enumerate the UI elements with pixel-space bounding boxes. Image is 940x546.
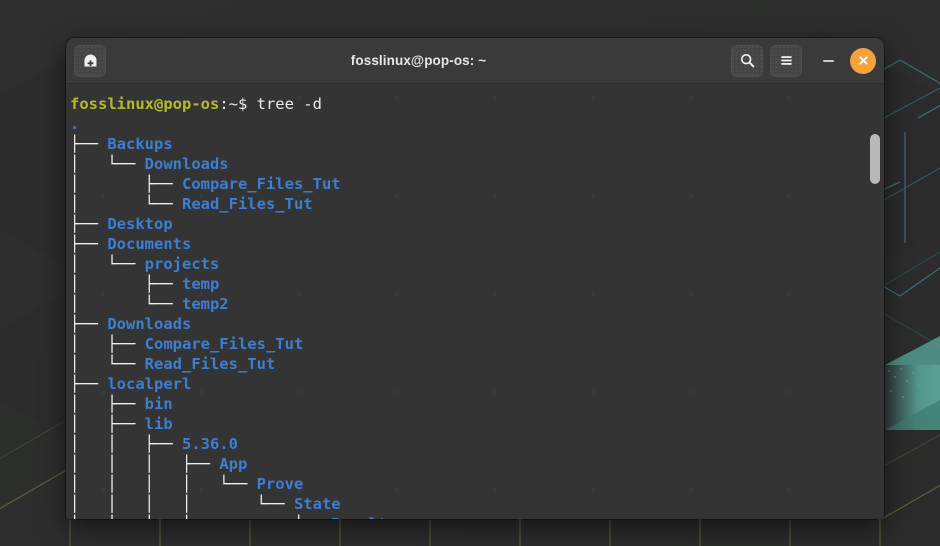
titlebar[interactable]: fosslinux@pop-os: ~ xyxy=(66,38,884,84)
new-terminal-icon[interactable] xyxy=(74,44,106,77)
desktop: fosslinux@pop-os: ~ fosslinux@pop-os:~$ … xyxy=(0,0,940,546)
tree-line: │ └── projects xyxy=(70,255,220,273)
tree-line: │ └── Read_Files_Tut xyxy=(70,355,276,373)
scrollbar-thumb[interactable] xyxy=(870,134,880,184)
close-button[interactable] xyxy=(850,47,876,74)
tree-line: │ │ ├── 5.36.0 xyxy=(70,435,238,453)
tree-line: │ │ │ ├── App xyxy=(70,455,248,473)
tree-root-line: . xyxy=(70,115,80,133)
tree-line: │ ├── lib xyxy=(70,415,173,433)
tree-line: │ │ │ │ └── Prove xyxy=(70,475,304,493)
tree-line: ├── Backups xyxy=(70,135,173,153)
tree-line: ├── localperl xyxy=(70,375,192,393)
hamburger-menu-icon[interactable] xyxy=(770,44,802,77)
tree-line: ├── Downloads xyxy=(70,315,192,333)
search-icon[interactable] xyxy=(731,44,763,77)
terminal-scrollbar[interactable] xyxy=(868,134,880,515)
tree-line: ├── Documents xyxy=(70,235,192,253)
tree-line: ├── Desktop xyxy=(70,215,173,233)
tree-line: │ ├── bin xyxy=(70,395,173,413)
tree-line: │ └── Read_Files_Tut xyxy=(70,195,313,213)
tree-line: │ │ │ │ └── State xyxy=(70,495,341,513)
tree-line: │ ├── Compare_Files_Tut xyxy=(70,175,341,193)
terminal-window[interactable]: fosslinux@pop-os: ~ fosslinux@pop-os:~$ … xyxy=(66,38,884,519)
window-title: fosslinux@pop-os: ~ xyxy=(350,53,487,68)
tree-line: │ │ │ │ └── Result xyxy=(70,514,387,519)
tree-line: │ ├── Compare_Files_Tut xyxy=(70,335,304,353)
tree-line: │ └── temp2 xyxy=(70,295,229,313)
terminal-body[interactable]: fosslinux@pop-os:~$ tree -d. ├── Backups │… xyxy=(66,84,884,519)
tree-line: │ └── Downloads xyxy=(70,155,229,173)
close-icon xyxy=(858,56,868,65)
terminal-prompt-line: fosslinux@pop-os:~$ tree -d xyxy=(70,95,322,113)
window-controls xyxy=(731,44,876,77)
tree-line: │ ├── temp xyxy=(70,275,220,293)
terminal-output: fosslinux@pop-os:~$ tree -d. ├── Backups │… xyxy=(66,84,387,519)
minimize-icon xyxy=(822,59,834,62)
minimize-button[interactable] xyxy=(815,48,841,74)
